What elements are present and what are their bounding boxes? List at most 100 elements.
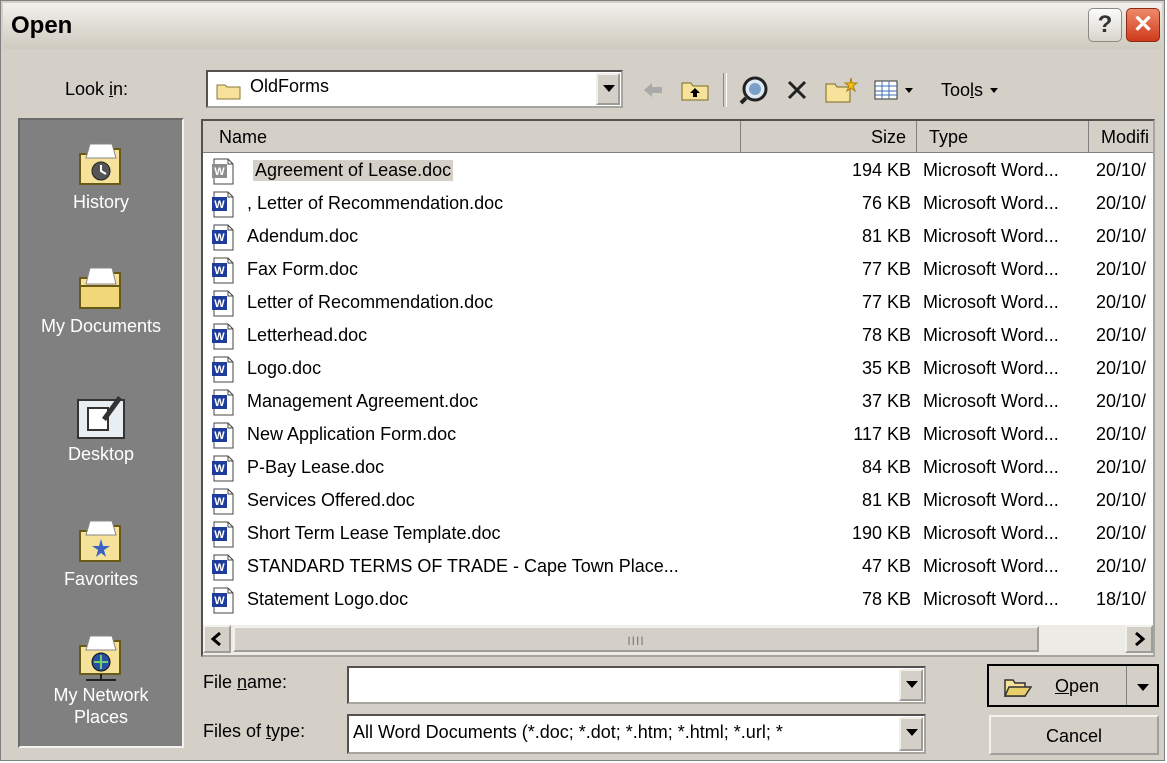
tools-menu-button[interactable]: Tools	[927, 71, 1017, 109]
file-row[interactable]: W Statement Logo.doc 78 KB Microsoft Word..…	[203, 584, 1153, 617]
column-modified[interactable]: Modifi	[1089, 121, 1153, 153]
new-folder-button[interactable]	[821, 71, 861, 109]
file-type: Microsoft Word...	[923, 424, 1059, 444]
word-document-icon: W	[212, 455, 234, 482]
svg-text:W: W	[214, 529, 225, 541]
file-row[interactable]: W Logo.doc 35 KB Microsoft Word... 20/10/	[203, 353, 1153, 386]
arrow-right-icon	[1135, 631, 1146, 647]
file-name-input[interactable]	[347, 666, 926, 704]
svg-text:W: W	[214, 265, 225, 277]
files-of-type-label: Files of type:	[203, 721, 306, 741]
look-in-dropdown[interactable]: OldForms	[206, 70, 623, 108]
file-modified: 20/10/	[1096, 160, 1147, 180]
file-modified: 20/10/	[1096, 457, 1147, 477]
cancel-button[interactable]: Cancel	[989, 715, 1159, 755]
file-modified: 20/10/	[1096, 391, 1147, 411]
svg-text:W: W	[214, 463, 225, 475]
places-bar: History My Documents Desktop Favorites M…	[18, 118, 184, 748]
close-button[interactable]: ✕	[1126, 8, 1160, 42]
open-button[interactable]: Open	[987, 664, 1159, 707]
scroll-right-button[interactable]	[1125, 625, 1153, 653]
tools-label: Tools	[940, 79, 984, 100]
file-row[interactable]: W Letter of Recommendation.doc 77 KB Micros…	[203, 287, 1153, 320]
file-name: Adendum.doc	[247, 226, 359, 246]
chevron-down-icon	[1137, 684, 1149, 691]
file-modified: 20/10/	[1096, 490, 1147, 510]
file-row[interactable]: W Letterhead.doc 78 KB Microsoft Word... 20/…	[203, 320, 1153, 353]
file-row[interactable]: W Services Offered.doc 81 KB Microsoft Word…	[203, 485, 1153, 518]
file-type: Microsoft Word...	[923, 523, 1059, 543]
column-size[interactable]: Size	[741, 121, 917, 153]
up-one-level-button[interactable]	[677, 71, 713, 109]
files-of-type-dropdown[interactable]: All Word Documents (*.doc; *.dot; *.htm;…	[347, 714, 926, 754]
open-options-button[interactable]	[1126, 666, 1157, 705]
file-row[interactable]: W Adendum.doc 81 KB Microsoft Word... 20/10/	[203, 221, 1153, 254]
file-size: 81 KB	[861, 490, 911, 510]
file-name: Short Term Lease Template.doc	[247, 523, 501, 543]
column-type[interactable]: Type	[917, 121, 1089, 153]
svg-text:W: W	[214, 562, 225, 574]
place-favorites[interactable]: Favorites	[20, 515, 182, 590]
file-type: Microsoft Word...	[923, 160, 1059, 180]
file-row[interactable]: W Management Agreement.doc 37 KB Microsoft …	[203, 386, 1153, 419]
file-modified: 20/10/	[1096, 325, 1147, 345]
file-modified: 20/10/	[1096, 358, 1147, 378]
place-my-documents[interactable]: My Documents	[20, 262, 182, 337]
file-size: 77 KB	[861, 292, 911, 312]
svg-text:W: W	[214, 298, 225, 310]
file-row[interactable]: W Agreement of Lease.doc 194 KB Microsoft W…	[203, 155, 1153, 188]
file-type: Microsoft Word...	[923, 358, 1059, 378]
file-name-dropdown-button[interactable]	[899, 669, 923, 701]
file-name: Letter of Recommendation.doc	[247, 292, 494, 312]
file-size: 78 KB	[861, 589, 911, 609]
search-web-button[interactable]	[734, 71, 774, 109]
file-row[interactable]: W Fax Form.doc 77 KB Microsoft Word... 20/10…	[203, 254, 1153, 287]
horizontal-scrollbar[interactable]: IIII	[203, 625, 1153, 655]
help-button[interactable]: ?	[1088, 8, 1122, 42]
file-modified: 20/10/	[1096, 556, 1147, 576]
file-type: Microsoft Word...	[923, 391, 1059, 411]
svg-text:W: W	[214, 430, 225, 442]
look-in-label: Look in:	[65, 79, 129, 99]
column-header: Name Size Type Modifi	[203, 121, 1153, 155]
scroll-left-button[interactable]	[203, 625, 231, 653]
back-button[interactable]	[637, 71, 669, 109]
place-desktop[interactable]: Desktop	[20, 390, 182, 465]
look-in-dropdown-button[interactable]	[596, 73, 620, 105]
dialog-title: Open	[11, 12, 73, 39]
file-row[interactable]: W New Application Form.doc 117 KB Microsoft…	[203, 419, 1153, 452]
place-my-network-places[interactable]: My Network Places	[20, 630, 182, 728]
svg-text:W: W	[214, 199, 225, 211]
title-bar[interactable]: Open ? ✕	[3, 3, 1162, 49]
open-dialog: Open ? ✕ Look in: OldForms Tools History…	[0, 0, 1165, 761]
file-name: STANDARD TERMS OF TRADE - Cape Town Plac…	[247, 556, 679, 576]
file-row[interactable]: W Short Term Lease Template.doc 190 KB Micr…	[203, 518, 1153, 551]
file-type: Microsoft Word...	[923, 292, 1059, 312]
folder-icon	[216, 84, 241, 100]
place-history[interactable]: History	[20, 138, 182, 213]
scroll-thumb[interactable]: IIII	[233, 626, 1039, 652]
toolbar-separator	[723, 73, 727, 107]
file-row[interactable]: W , Letter of Recommendation.doc 76 KB Micr…	[203, 188, 1153, 221]
file-type: Microsoft Word...	[923, 226, 1059, 246]
file-modified: 20/10/	[1096, 226, 1147, 246]
views-button[interactable]	[869, 71, 921, 109]
file-size: 35 KB	[861, 358, 911, 378]
column-name[interactable]: Name	[203, 121, 741, 153]
word-document-icon: W	[212, 224, 234, 251]
file-size: 190 KB	[851, 523, 911, 543]
delete-button[interactable]	[779, 71, 815, 109]
file-modified: 20/10/	[1096, 292, 1147, 312]
file-row[interactable]: W P-Bay Lease.doc 84 KB Microsoft Word... 20…	[203, 452, 1153, 485]
open-folder-icon	[1003, 679, 1033, 697]
file-row[interactable]: W STANDARD TERMS OF TRADE - Cape Town Pla…	[203, 551, 1153, 584]
file-modified: 20/10/	[1096, 259, 1147, 279]
files-of-type-dropdown-button[interactable]	[899, 717, 923, 751]
word-document-icon: W	[212, 290, 234, 317]
word-document-icon: W	[212, 422, 234, 449]
file-name: Statement Logo.doc	[247, 589, 409, 609]
word-document-icon: W	[212, 158, 234, 185]
svg-text:W: W	[214, 496, 225, 508]
word-document-icon: W	[212, 521, 234, 548]
file-list[interactable]: Name Size Type Modifi W Agreement of Leas…	[201, 119, 1155, 657]
